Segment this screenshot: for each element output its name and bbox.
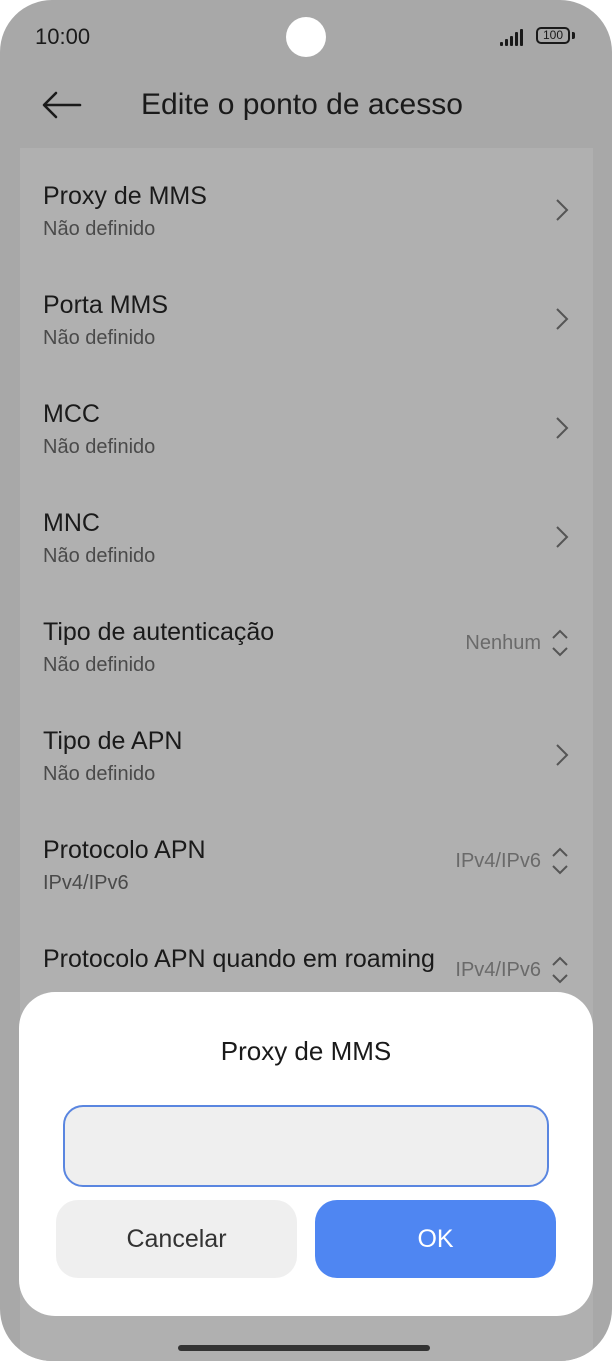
ok-button[interactable]: OK <box>315 1200 556 1278</box>
setting-title: Proxy de MMS <box>43 182 207 210</box>
signal-icon <box>500 28 528 46</box>
mms-proxy-input[interactable] <box>63 1105 549 1187</box>
setting-mms-port[interactable]: Porta MMS Não definido <box>20 257 593 366</box>
battery-icon: 100 <box>536 27 570 44</box>
chevron-right-icon <box>556 417 569 439</box>
setting-mcc[interactable]: MCC Não definido <box>20 366 593 475</box>
setting-value: IPv4/IPv6 <box>455 959 541 981</box>
chevron-right-icon <box>556 744 569 766</box>
page-title: Edite o ponto de acesso <box>141 88 463 121</box>
setting-mms-proxy[interactable]: Proxy de MMS Não definido <box>20 148 593 257</box>
chevron-right-icon <box>556 526 569 548</box>
app-header: Edite o ponto de acesso <box>0 80 612 148</box>
setting-title: Tipo de APN <box>43 727 183 755</box>
up-down-arrows-icon <box>552 629 568 657</box>
setting-mnc[interactable]: MNC Não definido <box>20 475 593 584</box>
up-down-arrows-icon <box>552 956 568 984</box>
setting-apn-type[interactable]: Tipo de APN Não definido <box>20 693 593 802</box>
setting-title: MCC <box>43 400 100 428</box>
setting-title: MNC <box>43 509 100 537</box>
setting-auth-type[interactable]: Tipo de autenticação Não definido Nenhum <box>20 584 593 693</box>
front-camera <box>286 17 326 57</box>
setting-title: Porta MMS <box>43 291 169 319</box>
home-indicator[interactable] <box>178 1345 430 1351</box>
setting-title: Tipo de autenticação <box>43 618 275 646</box>
status-time: 10:00 <box>35 24 91 49</box>
setting-apn-protocol[interactable]: Protocolo APN IPv4/IPv6 IPv4/IPv6 <box>20 802 593 911</box>
chevron-right-icon <box>556 199 569 221</box>
cancel-button[interactable]: Cancelar <box>56 1200 297 1278</box>
chevron-right-icon <box>556 308 569 330</box>
up-down-arrows-icon <box>552 847 568 875</box>
setting-title: Protocolo APN quando em roaming <box>43 945 435 973</box>
input-dialog: Proxy de MMS Cancelar OK <box>19 992 593 1316</box>
setting-subtitle: Não definido <box>43 763 156 785</box>
setting-value: Nenhum <box>465 632 541 654</box>
setting-subtitle: Não definido <box>43 327 156 349</box>
setting-subtitle: Não definido <box>43 218 156 240</box>
setting-value: IPv4/IPv6 <box>455 850 541 872</box>
setting-subtitle: Não definido <box>43 436 156 458</box>
back-arrow-icon[interactable] <box>40 90 84 120</box>
setting-subtitle: Não definido <box>43 545 156 567</box>
phone-screen: 10:00 100 Edite o ponto de acesso Proxy … <box>0 0 612 1361</box>
setting-subtitle: Não definido <box>43 654 156 676</box>
setting-title: Protocolo APN <box>43 836 206 864</box>
dialog-title: Proxy de MMS <box>220 1036 392 1066</box>
battery-tip <box>572 32 575 39</box>
status-bar: 10:00 100 <box>0 0 612 80</box>
setting-subtitle: IPv4/IPv6 <box>43 872 129 894</box>
